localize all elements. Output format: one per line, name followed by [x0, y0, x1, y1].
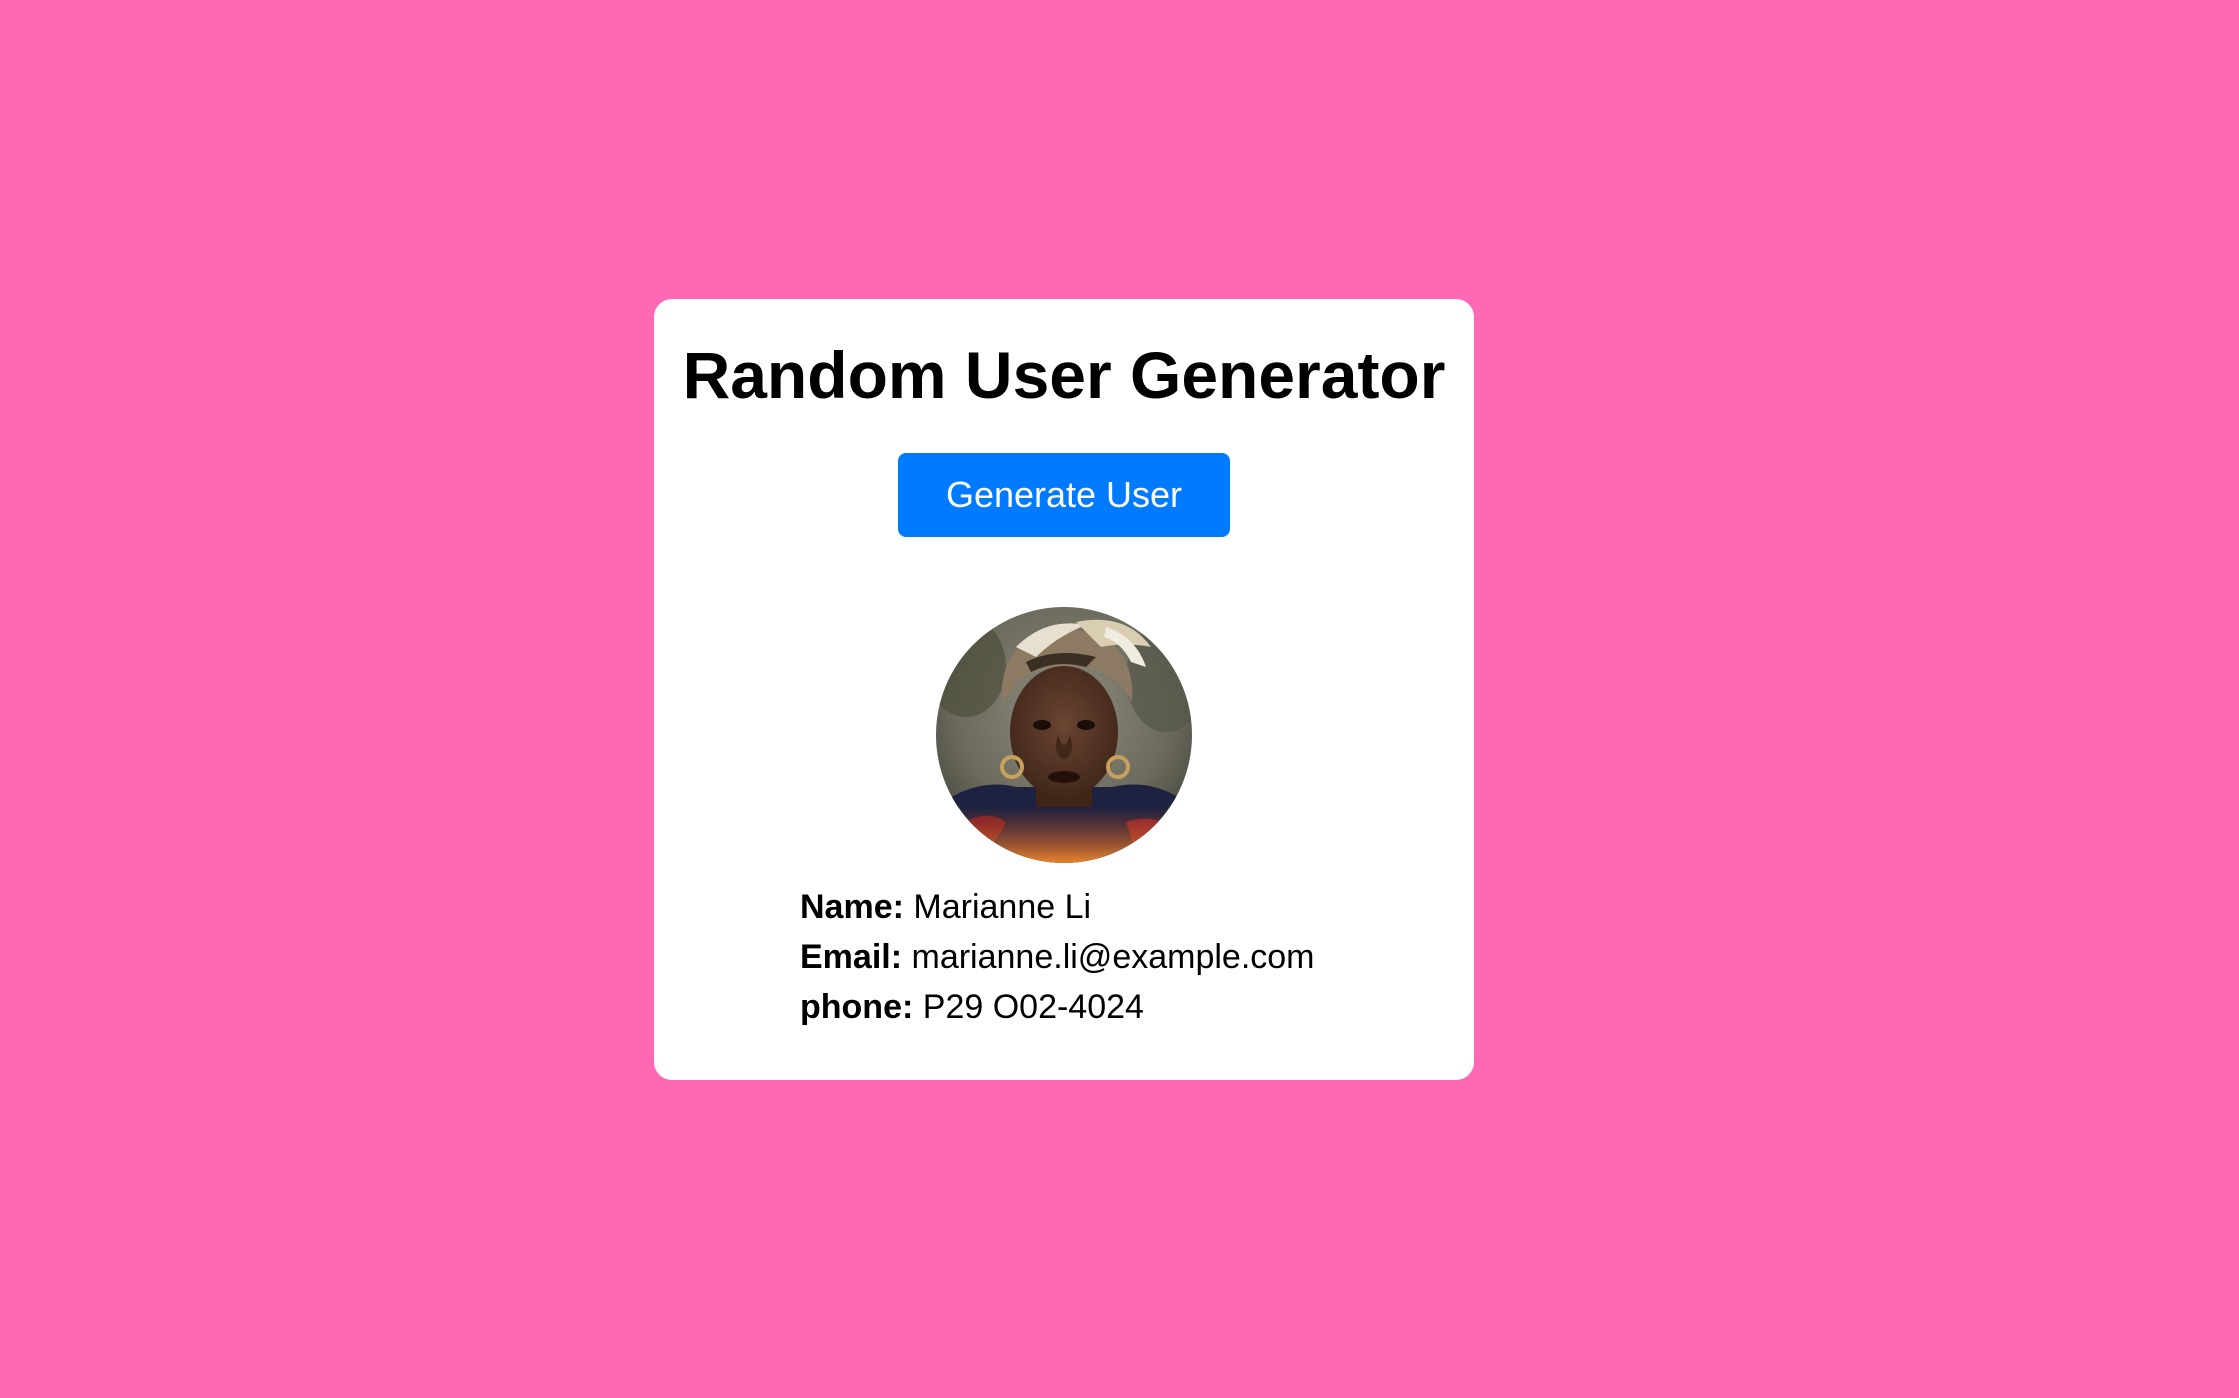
phone-label: phone: — [800, 988, 914, 1026]
name-label: Name: — [800, 888, 904, 926]
user-info: Name: Marianne Li Email: marianne.li@exa… — [800, 882, 1315, 1032]
user-portrait-icon — [936, 607, 1192, 863]
page-title: Random User Generator — [682, 338, 1446, 412]
email-row: Email: marianne.li@example.com — [800, 932, 1315, 982]
user-card: Random User Generator Generate User Name… — [654, 299, 1474, 1080]
email-label: Email: — [800, 938, 903, 976]
avatar — [936, 607, 1192, 863]
email-value: marianne.li@example.com — [911, 938, 1315, 976]
name-value: Marianne Li — [913, 888, 1092, 926]
phone-value: P29 O02-4024 — [922, 988, 1144, 1026]
generate-user-button[interactable]: Generate User — [898, 453, 1230, 537]
phone-row: phone: P29 O02-4024 — [800, 982, 1315, 1032]
name-row: Name: Marianne Li — [800, 882, 1315, 932]
